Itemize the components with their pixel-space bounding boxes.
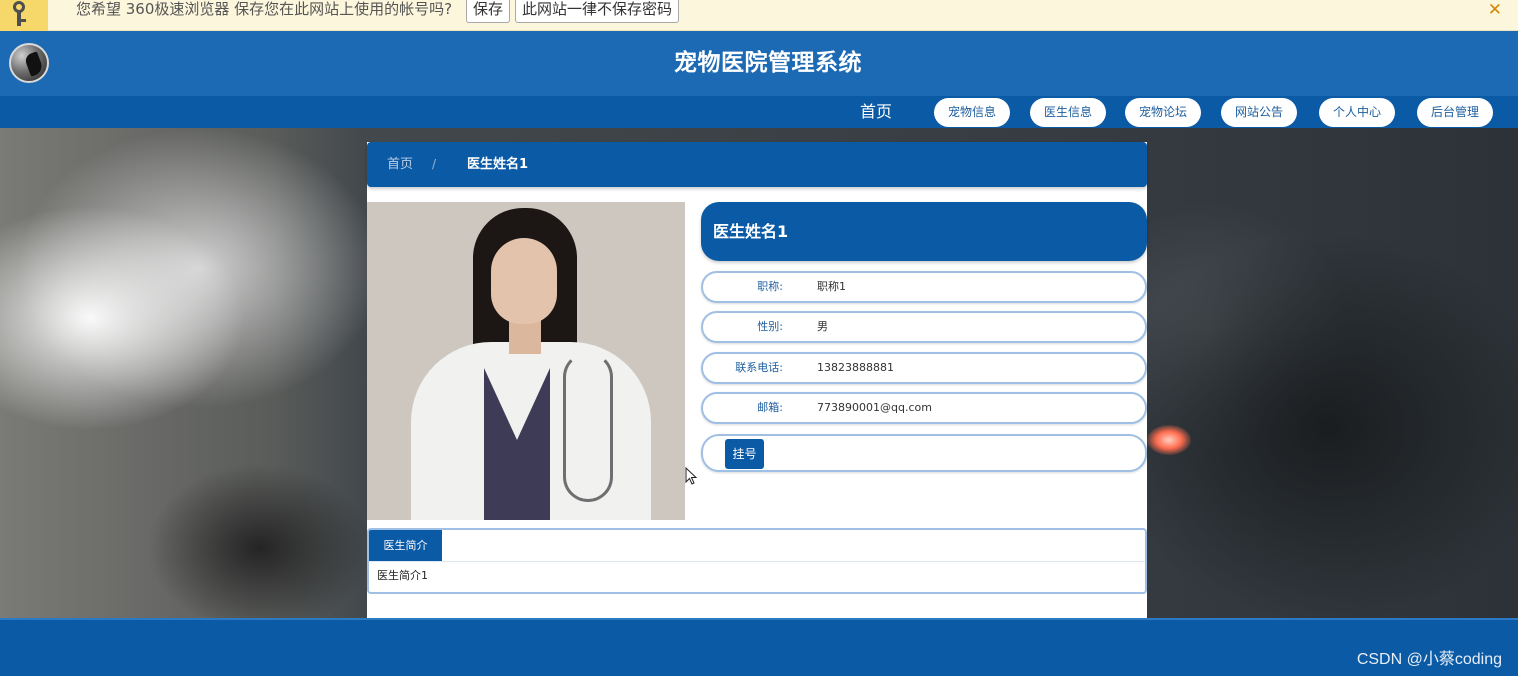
site-title: 宠物医院管理系统: [674, 50, 862, 76]
nav-item-pet-info[interactable]: 宠物信息: [934, 98, 1011, 127]
register-row: 挂号: [701, 434, 1147, 472]
field-label: 联系电话:: [735, 361, 783, 374]
breadcrumb-home[interactable]: 首页: [387, 142, 413, 187]
register-button[interactable]: 挂号: [725, 439, 764, 469]
field-row-phone: 联系电话: 13823888881: [701, 352, 1147, 384]
doctor-name: 医生姓名1: [713, 222, 789, 241]
save-password-button[interactable]: 保存: [466, 0, 511, 23]
field-label: 邮箱:: [757, 401, 783, 414]
doctor-intro-section: 医生简介 医生简介1: [367, 528, 1147, 594]
password-save-message: 您希望 360极速浏览器 保存您在此网站上使用的帐号吗?: [76, 0, 453, 18]
nav-item-personal-center[interactable]: 个人中心: [1319, 98, 1396, 127]
site-header: 宠物医院管理系统: [0, 31, 1518, 96]
breadcrumb: 首页 / 医生姓名1: [367, 142, 1147, 187]
divider: [369, 561, 1145, 562]
background-light-glow: [1147, 425, 1191, 455]
field-row-email: 邮箱: 773890001@qq.com: [701, 392, 1147, 424]
key-icon: [0, 0, 48, 31]
site-footer: CSDN @小蔡coding: [0, 618, 1518, 676]
doctor-photo: [367, 202, 685, 520]
nav-item-pet-forum[interactable]: 宠物论坛: [1125, 98, 1202, 127]
doctor-name-header: 医生姓名1: [701, 202, 1147, 261]
csdn-watermark: CSDN @小蔡coding: [1356, 651, 1502, 668]
nav-item-doctor-info[interactable]: 医生信息: [1030, 98, 1107, 127]
password-save-bar: 您希望 360极速浏览器 保存您在此网站上使用的帐号吗? 保存 此网站一律不保存…: [0, 0, 1518, 31]
field-label: 性别:: [757, 320, 783, 333]
field-row-gender: 性别: 男: [701, 311, 1147, 343]
nav-item-admin[interactable]: 后台管理: [1417, 98, 1494, 127]
field-value: 男: [817, 320, 828, 333]
field-label: 职称:: [757, 280, 783, 293]
field-value: 职称1: [817, 280, 846, 293]
nav-item-announcements[interactable]: 网站公告: [1221, 98, 1298, 127]
tab-doctor-intro[interactable]: 医生简介: [369, 530, 442, 561]
close-icon[interactable]: ✕: [1488, 1, 1502, 19]
field-value: 13823888881: [817, 361, 894, 374]
breadcrumb-separator: /: [432, 157, 437, 171]
main-nav: 首页 宠物信息 医生信息 宠物论坛 网站公告 个人中心 后台管理: [0, 96, 1518, 128]
breadcrumb-current: 医生姓名1: [467, 157, 529, 172]
doctor-intro-text: 医生简介1: [377, 569, 428, 582]
doctor-detail-panel: 首页 / 医生姓名1 医生姓名1 职称: 职称1 性别: 男 联系电话: 138…: [367, 142, 1147, 618]
nav-home-link[interactable]: 首页: [860, 99, 892, 125]
never-save-password-button[interactable]: 此网站一律不保存密码: [515, 0, 680, 23]
field-value: 773890001@qq.com: [817, 401, 932, 414]
field-row-title: 职称: 职称1: [701, 271, 1147, 303]
